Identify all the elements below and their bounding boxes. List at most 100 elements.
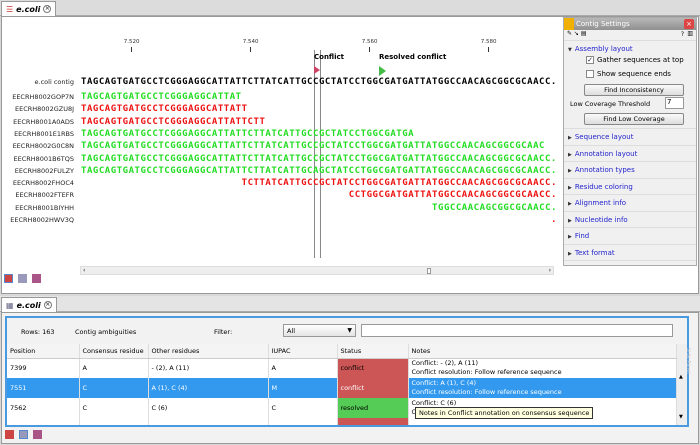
- settings-title-bar: Contig Settings ×: [564, 18, 696, 30]
- section-label: Annotation layout: [574, 149, 638, 158]
- side-panel-toggle[interactable]: Side Panel: [685, 348, 691, 418]
- find-inconsistency-button[interactable]: Find Inconsistency: [584, 84, 684, 96]
- contig-view-icon[interactable]: [4, 274, 13, 283]
- read-name[interactable]: EECRH8002FHOC4: [13, 178, 74, 188]
- ruler-tick: 7.540: [236, 39, 266, 52]
- read-name[interactable]: EECRH8002GZU8J: [15, 104, 74, 114]
- read-sequence[interactable]: TAGCAGTGATGCCTCGGGAGGCATTATTCTTATCATTGCC…: [81, 141, 545, 151]
- column-header[interactable]: Other residues: [148, 344, 269, 359]
- read-sequence[interactable]: TAGCAGTGATGCCTCGGGAGGCATTATTCTTATCATTGCC…: [81, 129, 414, 139]
- filter-input[interactable]: [361, 324, 673, 337]
- contig-name[interactable]: e.coli contig: [35, 77, 74, 87]
- note-line: Conflict: A (1), C (4): [411, 379, 477, 387]
- read-sequence[interactable]: TAGCAGTGATGCCTCGGGAGGCATTATTCTTATCATTGCA…: [81, 166, 557, 176]
- assembly-layout-section: ▼ Assembly layout ✓ Gather sequences at to…: [564, 41, 696, 129]
- read-sequence[interactable]: TAGCAGTGATGCCTCGGGAGGCATTATTCTTATCATTGCC…: [81, 154, 557, 164]
- read-sequence[interactable]: TAGCAGTGATGCCTCGGGAGGCATTATT: [81, 104, 248, 114]
- tab-e-coli-contig[interactable]: ☰ e.coli ×: [1, 1, 57, 16]
- column-header[interactable]: Notes: [408, 344, 677, 359]
- contig-view-icon[interactable]: [5, 430, 14, 439]
- read-sequence[interactable]: .: [551, 215, 557, 225]
- pin-icon[interactable]: ✎ ↘ ▤: [567, 30, 587, 37]
- cell-other: C (6): [148, 398, 269, 418]
- close-icon[interactable]: ×: [43, 5, 52, 13]
- ruler-tick: 7.560: [355, 39, 385, 52]
- note-line: Conflict resolution: Follow reference se…: [411, 388, 562, 396]
- section-alignment-info[interactable]: ▶ Alignment info: [564, 195, 696, 212]
- scroll-right-icon[interactable]: ›: [549, 267, 551, 274]
- low-coverage-input[interactable]: 7: [665, 97, 684, 109]
- gather-checkbox[interactable]: ✓ Gather sequences at top: [586, 56, 684, 64]
- conflict-flag-icon[interactable]: [314, 66, 320, 74]
- section-annotation-layout[interactable]: ▶ Annotation layout: [564, 146, 696, 162]
- section-residue-coloring[interactable]: ▶ Residue coloring: [564, 179, 696, 195]
- section-text-format[interactable]: ▶ Text format: [564, 245, 696, 261]
- read-sequence[interactable]: TGGCCAACAGCGGCGCAACC.: [432, 203, 557, 213]
- table-header: Position Consensus residue Other residues I…: [7, 344, 677, 359]
- scroll-down-icon[interactable]: ▼: [679, 414, 683, 420]
- column-header[interactable]: Position: [7, 344, 80, 359]
- section-find[interactable]: ▶ Find: [564, 228, 696, 245]
- scroll-thumb[interactable]: [427, 268, 431, 274]
- table-row[interactable]: conflictConflict: A (1), C (7): [7, 418, 677, 425]
- read-name[interactable]: EECRH8002FTEFR: [15, 190, 74, 200]
- read-sequence[interactable]: TAGCAGTGATGCCTCGGGAGGCATTATTCTT: [81, 117, 265, 127]
- checkbox-checked[interactable]: ✓: [586, 56, 594, 64]
- read-sequence[interactable]: TCTTATCATTGCCGCTATCCTGGCGATGATTATGGCCAAC…: [242, 178, 557, 188]
- table-row[interactable]: 7399 A - (2), A (11) Aconflict Conflict: - (…: [7, 358, 677, 378]
- section-nucleotide-info[interactable]: ▶ Nucleotide info: [564, 212, 696, 228]
- table-row[interactable]: 7551 C A (1), C (4) Mconflict Conflict: A (1…: [7, 378, 677, 398]
- cell-pos: 7562: [7, 398, 80, 418]
- filter-value: All: [287, 327, 296, 335]
- read-name[interactable]: EECRH8002FULZY: [15, 166, 74, 176]
- column-header[interactable]: IUPAC: [268, 344, 338, 359]
- read-sequence[interactable]: CCTGGCGATGATTATGGCCAACAGCGGCGCAACC.: [349, 190, 557, 200]
- cell-status: resolved: [337, 398, 409, 418]
- read-name[interactable]: EECRH8001BIYHH: [15, 203, 74, 213]
- read-name[interactable]: EECRH8001E1RBS: [14, 129, 74, 139]
- read-name[interactable]: EECRH8002HWV3Q: [10, 215, 74, 225]
- column-header[interactable]: Status: [337, 344, 409, 359]
- horizontal-scrollbar[interactable]: ‹ ›: [80, 266, 554, 275]
- tab-e-coli-table[interactable]: ▦ e.coli ×: [1, 297, 57, 312]
- tab-label: e.coli: [16, 4, 41, 14]
- text-view-icon[interactable]: [32, 274, 41, 283]
- note-line: Conflict: A (1), C (7): [412, 424, 674, 426]
- table-view-icon[interactable]: [19, 430, 28, 439]
- expand-icon: ▶: [568, 217, 572, 224]
- scroll-up-icon[interactable]: ▲: [679, 374, 683, 380]
- contig-icon: ☰: [6, 4, 14, 14]
- find-low-coverage-button[interactable]: Find Low Coverage: [584, 113, 684, 125]
- read-name[interactable]: EECRH8002G0C8N: [13, 141, 74, 151]
- read-name[interactable]: EECRH8001A0ADS: [13, 117, 74, 127]
- ambiguity-table-panel: Rows: 163 Contig ambiguities Filter: All…: [5, 316, 691, 427]
- read-name[interactable]: EECRH8002GOP7N: [12, 92, 74, 102]
- read-name[interactable]: EECRH8001B6TQS: [13, 154, 74, 164]
- help-icon[interactable]: ?: [681, 31, 684, 38]
- settings-sections: ▶ Sequence layout ▶ Annotation layout ▶ Annot…: [564, 129, 696, 261]
- section-label: Assembly layout: [574, 45, 633, 53]
- read-sequence[interactable]: TAGCAGTGATGCCTCGGGAGGCATTAT: [81, 92, 242, 102]
- cell-other: A (1), C (4): [148, 378, 269, 398]
- filter-select[interactable]: All ▼: [283, 324, 356, 337]
- expand-icon: ▶: [568, 184, 572, 191]
- section-label: Alignment info: [574, 199, 627, 207]
- checkbox-unchecked[interactable]: [586, 70, 594, 78]
- table-view-icon[interactable]: [18, 274, 27, 283]
- resolved-flag-icon[interactable]: [379, 66, 386, 76]
- close-icon[interactable]: ×: [684, 19, 694, 29]
- scroll-left-icon[interactable]: ‹: [83, 267, 85, 274]
- ruler-tick-label: 7.560: [361, 39, 378, 45]
- close-icon[interactable]: ×: [43, 301, 52, 309]
- cell-other: [148, 418, 269, 425]
- resolved-annotation-label: Resolved conflict: [379, 53, 447, 61]
- contig-sequence[interactable]: TAGCAGTGATGCCTCGGGAGGCATTATTCTTATCATTGCC…: [81, 77, 557, 87]
- text-view-icon[interactable]: [33, 430, 42, 439]
- section-sequence-layout[interactable]: ▶ Sequence layout: [564, 129, 696, 146]
- column-header[interactable]: Consensus residue: [79, 344, 149, 359]
- show-ends-checkbox[interactable]: Show sequence ends: [586, 70, 671, 78]
- cell-pos: 7551: [7, 378, 80, 398]
- section-annotation-types[interactable]: ▶ Annotation types: [564, 162, 696, 179]
- menu-icon[interactable]: ▥: [687, 30, 693, 37]
- cell-iupac: M: [268, 378, 338, 398]
